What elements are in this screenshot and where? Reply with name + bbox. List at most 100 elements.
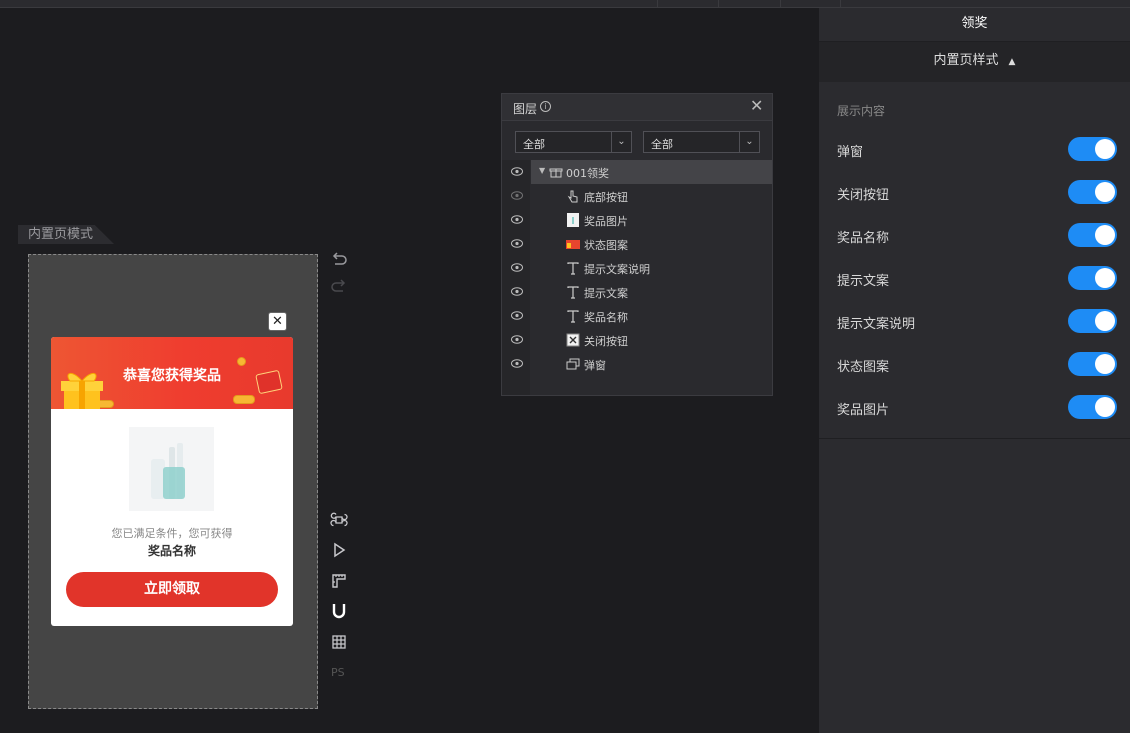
toggle-switch[interactable] — [1068, 137, 1117, 161]
chevron-down-icon: ⌄ — [611, 132, 631, 152]
ruler-icon[interactable] — [330, 572, 348, 590]
image-icon — [567, 213, 579, 227]
toggle-knob — [1095, 397, 1115, 417]
close-icon[interactable]: ✕ — [750, 98, 764, 114]
text-icon — [567, 286, 579, 299]
redo-icon[interactable] — [330, 278, 348, 296]
toggle-row-status-pattern: 状态图案 — [837, 352, 1117, 378]
toggle-knob — [1095, 182, 1115, 202]
magnet-icon[interactable] — [330, 602, 348, 620]
toggle-switch[interactable] — [1068, 352, 1117, 376]
layer-label: 提示文案说明 — [584, 263, 650, 276]
layer-row[interactable]: 弹窗 — [502, 352, 772, 376]
section-title: 内置页样式 — [933, 53, 999, 68]
info-icon[interactable]: i — [540, 101, 551, 112]
layer-label: 奖品图片 — [584, 215, 628, 228]
command-icon[interactable] — [330, 511, 348, 529]
toggle-row-hint-text: 提示文案 — [837, 266, 1117, 292]
toggle-row-prize-name: 奖品名称 — [837, 223, 1117, 249]
layer-row[interactable]: 底部按钮 — [502, 184, 772, 208]
layer-filter-select-left[interactable]: 全部 ⌄ — [515, 131, 632, 153]
layer-label: 奖品名称 — [584, 311, 628, 324]
popup-close-button[interactable]: ✕ — [268, 312, 287, 331]
eye-icon[interactable] — [511, 311, 523, 320]
eye-icon[interactable] — [511, 335, 523, 344]
layers-panel: 图层 i ✕ 全部 ⌄ 全部 ⌄ ▼ 001领奖 底部按钮 奖品图片 状态图案 … — [501, 93, 773, 396]
eye-icon[interactable] — [511, 263, 523, 272]
toggle-switch[interactable] — [1068, 309, 1117, 333]
collapse-triangle-icon[interactable]: ▲ — [1009, 57, 1016, 67]
eye-icon[interactable] — [511, 167, 523, 176]
panel-divider — [819, 438, 1130, 439]
properties-panel: 领奖 内置页样式 ▲ 展示内容 弹窗 关闭按钮 奖品名称 提示文案 提示文案说明 … — [819, 8, 1130, 733]
layer-label: 001领奖 — [566, 167, 609, 180]
toggle-switch[interactable] — [1068, 266, 1117, 290]
toggle-label: 关闭按钮 — [837, 188, 890, 203]
eye-icon[interactable] — [511, 215, 523, 224]
layer-row[interactable]: 提示文案说明 — [502, 256, 772, 280]
layer-row[interactable]: 提示文案 — [502, 280, 772, 304]
toggle-knob — [1095, 311, 1115, 331]
eye-icon[interactable] — [511, 359, 523, 368]
layer-filter-select-right[interactable]: 全部 ⌄ — [643, 131, 760, 153]
layer-label: 关闭按钮 — [584, 335, 628, 348]
toggle-switch[interactable] — [1068, 395, 1117, 419]
popup-hint-text: 您已满足条件，您可获得 — [111, 527, 233, 540]
layer-label: 弹窗 — [584, 359, 606, 372]
toolbar-divider — [780, 0, 781, 8]
text-icon — [567, 310, 579, 323]
chevron-down-icon: ⌄ — [739, 132, 759, 152]
layers-panel-header: 图层 i ✕ — [502, 94, 772, 121]
prize-name-text: 奖品名称 — [147, 544, 196, 558]
toggle-switch[interactable] — [1068, 223, 1117, 247]
popup-header-banner: 恭喜您获得奖品 — [51, 337, 293, 409]
toggle-label: 提示文案 — [837, 274, 890, 289]
ps-tool-label[interactable]: PS — [331, 666, 345, 679]
layer-row[interactable]: 奖品图片 — [502, 208, 772, 232]
layer-row[interactable]: 关闭按钮 — [502, 328, 772, 352]
toggle-label: 状态图案 — [837, 360, 890, 375]
claim-now-button[interactable]: 立即领取 — [66, 572, 278, 607]
undo-icon[interactable] — [330, 251, 348, 269]
toggle-row-prize-image: 奖品图片 — [837, 395, 1117, 421]
toggle-row-popup: 弹窗 — [837, 137, 1117, 163]
play-icon[interactable] — [330, 541, 348, 559]
page-mode-label: 内置页模式 — [18, 225, 114, 244]
toggle-knob — [1095, 225, 1115, 245]
toggle-knob — [1095, 268, 1115, 288]
text-icon — [567, 262, 579, 275]
toggle-switch[interactable] — [1068, 180, 1117, 204]
prize-image — [129, 427, 214, 511]
toggle-label: 弹窗 — [837, 145, 864, 160]
layers-icon — [566, 358, 580, 370]
layer-row[interactable]: 奖品名称 — [502, 304, 772, 328]
filter-value: 全部 — [523, 138, 545, 151]
eye-icon[interactable] — [511, 287, 523, 296]
toolbar-divider — [718, 0, 719, 8]
eye-icon[interactable] — [511, 191, 523, 200]
toggle-knob — [1095, 354, 1115, 374]
toggle-knob — [1095, 139, 1115, 159]
layer-label: 提示文案 — [584, 287, 628, 300]
panel-title: 领奖 — [819, 8, 1130, 42]
display-content-heading: 展示内容 — [837, 104, 886, 118]
toggle-label: 奖品名称 — [837, 231, 890, 246]
layer-row[interactable]: 状态图案 — [502, 232, 772, 256]
layers-panel-title: 图层 — [513, 102, 538, 116]
section-header-builtin-style[interactable]: 内置页样式 ▲ — [819, 42, 1130, 82]
eye-icon[interactable] — [511, 239, 523, 248]
toggle-label: 奖品图片 — [837, 403, 890, 418]
close-box-icon — [566, 333, 580, 347]
filter-value: 全部 — [651, 138, 673, 151]
toothbrush-product-image — [151, 443, 185, 499]
prize-popup[interactable]: 恭喜您获得奖品 您已满足条件，您可获得 奖品名称 立即领取 — [51, 337, 293, 626]
layer-row-root[interactable]: ▼ 001领奖 — [502, 160, 772, 184]
expand-triangle-icon[interactable]: ▼ — [539, 166, 545, 175]
toggle-row-close-button: 关闭按钮 — [837, 180, 1117, 206]
toolbar-divider — [657, 0, 658, 8]
grid-icon[interactable] — [330, 633, 348, 651]
coin-icon — [233, 395, 255, 404]
toggle-label: 提示文案说明 — [837, 317, 916, 332]
image-thumb-icon — [566, 240, 580, 249]
layer-label: 底部按钮 — [584, 191, 628, 204]
